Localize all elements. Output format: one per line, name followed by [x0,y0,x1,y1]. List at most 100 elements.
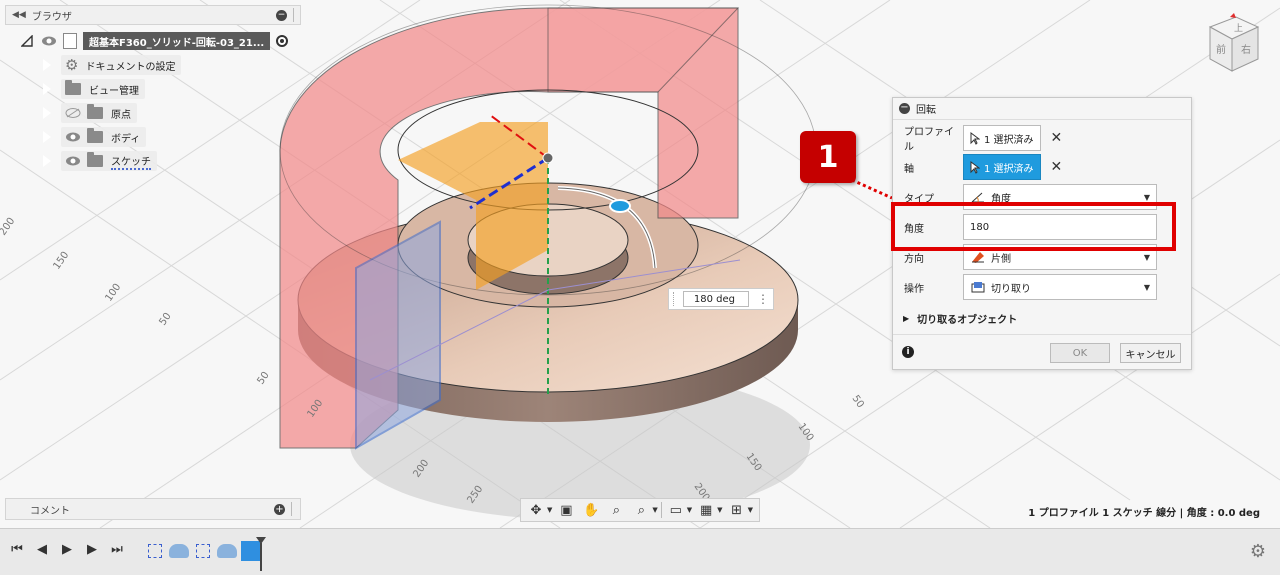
timeline-controls: ⏮ ◀ ▶ ▶ ⏭ [10,543,124,556]
folder-icon [87,152,103,167]
clear-axis-icon[interactable]: ✕ [1051,159,1063,175]
cut-objects-section[interactable]: ▶ 切り取るオブジェクト [903,311,1017,326]
drag-grip-icon[interactable] [673,292,677,306]
tick-left-50b: 50 [255,370,271,387]
comment-bar[interactable]: コメント + [5,498,301,520]
folder-icon [87,104,103,119]
selection-status: 1 プロファイル 1 スケッチ 線分 | 角度 : 0.0 deg [1028,508,1260,519]
expand-arrow-icon[interactable]: ▶ [903,314,909,323]
timeline-marker[interactable] [256,537,266,571]
tick-left-150: 150 [51,250,71,272]
collapsed-triangle-icon[interactable] [42,82,52,96]
active-radio-icon[interactable] [276,35,289,47]
tick-left-200: 200 [0,216,17,238]
dialog-title-bar[interactable]: − 回転 [893,98,1191,120]
viewcube-top: 上 [1234,23,1243,34]
plus-icon[interactable]: + [274,503,285,515]
one-side-icon [972,252,984,263]
component-icon [63,33,77,49]
revolve-feature-icon[interactable] [217,544,237,558]
operation-dropdown[interactable]: 切り取り ▼ [963,274,1157,300]
clear-profile-icon[interactable]: ✕ [1051,130,1063,146]
navigation-toolbar: ✥ ▼ ▣ ✋ ⌕ ⌕ ▼ ▭ ▼ ▦ ▼ ⊞ ▼ [520,498,760,522]
comment-label: コメント [30,505,70,517]
browser-tree: 超基本F360_ソリッド-回転-03_21... ⚙ ドキュメントの設定 ビュー… [5,25,301,173]
cancel-button[interactable]: キャンセル [1120,343,1181,363]
operation-label: 操作 [904,283,924,295]
display-settings-icon[interactable]: ▭ [665,501,687,519]
tree-item-label: スケッチ [111,153,151,170]
zoom-icon[interactable]: ⌕ [605,501,627,519]
orbit-icon[interactable]: ✥ [525,501,547,519]
profile-label: プロファイル [904,127,954,153]
timeline: ⏮ ◀ ▶ ▶ ⏭ ⚙ [0,528,1280,575]
tick-right-50: 50 [850,393,866,410]
cut-icon [971,282,985,293]
direction-value: 片側 [991,253,1011,265]
callout-highlight-box [891,202,1176,251]
timeline-features [145,541,261,561]
collapsed-triangle-icon[interactable] [42,106,52,120]
pan-hand-icon[interactable]: ✋ [580,501,602,519]
step-back-icon[interactable]: ◀ [35,543,49,556]
axis-value: 1 選択済み [984,163,1034,175]
callout-badge: 1 [800,131,856,183]
angle-inline-field[interactable]: 180 deg [682,291,749,307]
go-to-start-icon[interactable]: ⏮ [10,543,24,556]
info-icon[interactable]: i [902,346,914,358]
tree-item-document-settings[interactable]: ⚙ ドキュメントの設定 [5,53,301,77]
angle-manipulator-input[interactable]: 180 deg ⋮ [668,288,774,310]
tree-item-sketches[interactable]: スケッチ [5,149,301,173]
sketch-feature-icon[interactable] [148,544,162,558]
cut-objects-label: 切り取るオブジェクト [917,315,1018,326]
browser-title: ブラウザ [31,11,72,23]
viewcube-right: 右 [1241,43,1251,56]
expanded-triangle-icon[interactable] [21,35,33,47]
tree-item-origin[interactable]: 原点 [5,101,301,125]
tree-item-label: 原点 [111,109,131,121]
go-to-end-icon[interactable]: ⏭ [110,543,124,556]
chevron-down-icon: ▼ [1143,192,1150,202]
tree-root[interactable]: 超基本F360_ソリッド-回転-03_21... [5,29,301,53]
tree-item-label: ドキュメントの設定 [85,61,176,73]
collapse-dialog-icon[interactable]: − [899,103,910,114]
eye-hidden-icon[interactable] [65,108,81,118]
browser-panel: ◀◀ ブラウザ − 超基本F360_ソリッド-回転-03_21... ⚙ ドキュ… [5,5,301,173]
axis-row: 軸 1 選択済み ✕ [893,153,1193,181]
direction-label: 方向 [904,253,924,265]
collapsed-triangle-icon[interactable] [42,58,52,72]
browser-header: ◀◀ ブラウザ − [5,5,301,25]
chevron-down-icon: ▼ [1143,252,1150,262]
viewports-icon[interactable]: ⊞ [726,501,748,519]
profile-select-button[interactable]: 1 選択済み [963,125,1041,151]
minus-icon[interactable]: − [276,9,287,21]
play-icon[interactable]: ▶ [60,543,74,556]
tree-item-label: ボディ [111,133,141,145]
collapsed-triangle-icon[interactable] [42,130,52,144]
ok-button[interactable]: OK [1050,343,1110,363]
tree-item-view-management[interactable]: ビュー管理 [5,77,301,101]
tick-left-100: 100 [103,282,123,304]
eye-icon[interactable] [41,36,57,46]
view-cube[interactable]: 上 前 右 [1200,13,1264,79]
root-component-label[interactable]: 超基本F360_ソリッド-回転-03_21... [83,32,271,50]
grid-icon[interactable]: ▦ [695,501,717,519]
timeline-settings-gear-icon[interactable]: ⚙ [1250,541,1266,562]
collapsed-triangle-icon[interactable] [42,154,52,168]
eye-icon[interactable] [65,156,81,166]
chevron-down-icon: ▼ [1143,282,1150,292]
profile-row: プロファイル 1 選択済み ✕ [893,124,1193,153]
step-forward-icon[interactable]: ▶ [85,543,99,556]
more-options-icon[interactable]: ⋮ [757,293,769,305]
fit-icon[interactable]: ⌕ [630,501,652,519]
gear-icon: ⚙ [65,55,79,74]
operation-row: 操作 切り取り ▼ [893,273,1193,301]
folder-icon [65,80,81,95]
revolve-feature-icon[interactable] [169,544,189,558]
collapse-icon[interactable]: ◀◀ [12,10,26,20]
axis-select-button[interactable]: 1 選択済み [963,154,1041,180]
tree-item-bodies[interactable]: ボディ [5,125,301,149]
eye-icon[interactable] [65,132,81,142]
sketch-feature-icon[interactable] [196,544,210,558]
look-at-icon[interactable]: ▣ [555,501,577,519]
